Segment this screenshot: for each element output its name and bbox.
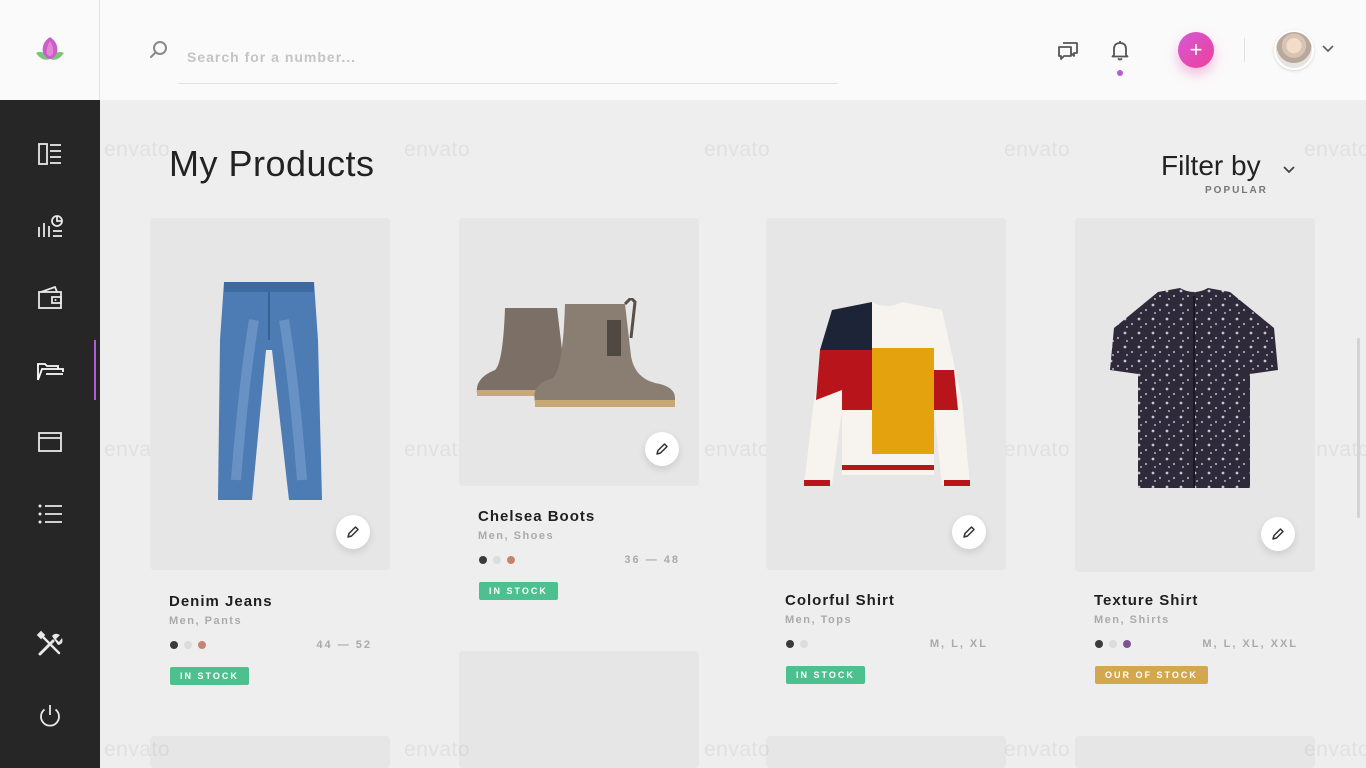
watermark: envato <box>1004 138 1071 161</box>
product-card-chelsea-boots[interactable] <box>459 218 699 486</box>
chelsea-boots-image <box>476 298 675 407</box>
sidebar-item-products[interactable] <box>0 334 100 406</box>
wallet-icon <box>38 285 62 309</box>
lotus-logo-icon <box>35 37 64 60</box>
watermark: envato <box>104 138 171 161</box>
sidebar-item-power[interactable] <box>0 680 100 752</box>
edit-button[interactable] <box>645 432 679 466</box>
logo[interactable] <box>0 0 100 100</box>
sidebar-item-wallet[interactable] <box>0 262 100 334</box>
filter-dropdown[interactable]: Filter by <box>1161 150 1261 182</box>
size-range: 36 — 48 <box>624 554 680 566</box>
chevron-down-icon[interactable] <box>1322 44 1334 54</box>
list-icon <box>38 504 62 524</box>
color-swatch[interactable] <box>1109 640 1117 648</box>
product-card-placeholder[interactable] <box>459 651 699 768</box>
color-swatch[interactable] <box>1095 640 1103 648</box>
sidebar <box>0 100 100 768</box>
texture-shirt-image <box>1110 288 1278 488</box>
status-badge: IN STOCK <box>786 666 865 684</box>
product-category: Men, Tops <box>785 614 853 626</box>
denim-jeans-image <box>218 282 322 500</box>
color-swatch[interactable] <box>1123 640 1131 648</box>
color-swatch[interactable] <box>800 640 808 648</box>
filter-value: POPULAR <box>1205 185 1268 196</box>
color-swatch[interactable] <box>786 640 794 648</box>
watermark: envato <box>104 738 171 761</box>
sidebar-item-window[interactable] <box>0 406 100 478</box>
pencil-icon <box>1272 528 1284 540</box>
color-swatches <box>170 641 206 649</box>
product-category: Men, Pants <box>169 615 243 627</box>
product-name[interactable]: Colorful Shirt <box>785 592 895 609</box>
color-swatch[interactable] <box>184 641 192 649</box>
product-category: Men, Shirts <box>1094 614 1170 626</box>
size-range: M, L, XL <box>929 638 988 650</box>
search-input[interactable] <box>178 30 838 84</box>
watermark: envato <box>1304 138 1366 161</box>
scrollbar[interactable] <box>1357 338 1360 518</box>
color-swatches <box>786 640 808 648</box>
color-swatch[interactable] <box>479 556 487 564</box>
pencil-icon <box>963 526 975 538</box>
notification-dot <box>1117 70 1123 76</box>
colorful-shirt-image <box>804 302 970 486</box>
active-indicator <box>94 340 96 400</box>
status-badge: IN STOCK <box>170 667 249 685</box>
product-name[interactable]: Texture Shirt <box>1094 592 1198 609</box>
analytics-icon <box>38 215 63 237</box>
top-bar: + <box>100 0 1366 100</box>
watermark: envato <box>704 138 771 161</box>
watermark: envato <box>1304 738 1366 761</box>
sidebar-item-list[interactable] <box>0 478 100 550</box>
user-avatar[interactable] <box>1274 30 1314 70</box>
color-swatches <box>1095 640 1131 648</box>
status-badge: OUR OF STOCK <box>1095 666 1208 684</box>
edit-button[interactable] <box>952 515 986 549</box>
search-icon[interactable] <box>148 39 170 61</box>
header-divider <box>1244 38 1245 62</box>
edit-button[interactable] <box>336 515 370 549</box>
watermark: envato <box>704 438 771 461</box>
pencil-icon <box>347 526 359 538</box>
sidebar-item-analytics[interactable] <box>0 190 100 262</box>
watermark: envato <box>704 738 771 761</box>
size-range: M, L, XL, XXL <box>1202 638 1298 650</box>
product-card-placeholder[interactable] <box>766 736 1006 768</box>
watermark: envato <box>1004 738 1071 761</box>
product-category: Men, Shoes <box>478 530 555 542</box>
dashboard-icon <box>38 143 61 165</box>
power-icon <box>40 705 60 727</box>
add-button[interactable]: + <box>1178 32 1214 68</box>
edit-button[interactable] <box>1261 517 1295 551</box>
product-name[interactable]: Chelsea Boots <box>478 508 595 525</box>
page-title: My Products <box>169 143 375 184</box>
color-swatch[interactable] <box>198 641 206 649</box>
product-card-colorful-shirt[interactable] <box>766 218 1006 570</box>
product-card-placeholder[interactable] <box>1075 736 1315 768</box>
product-card-texture-shirt[interactable] <box>1075 218 1315 572</box>
size-range: 44 — 52 <box>316 639 372 651</box>
sidebar-item-tools[interactable] <box>0 608 100 680</box>
products-icon <box>37 363 64 381</box>
product-name[interactable]: Denim Jeans <box>169 593 273 610</box>
tools-icon <box>36 630 63 656</box>
chat-icon[interactable] <box>1057 39 1081 61</box>
bell-icon[interactable] <box>1108 38 1132 62</box>
watermark: envato <box>1004 438 1071 461</box>
sidebar-item-dashboard[interactable] <box>0 118 100 190</box>
watermark: envato <box>404 738 471 761</box>
browser-window-icon <box>38 432 62 452</box>
color-swatch[interactable] <box>493 556 501 564</box>
color-swatch[interactable] <box>507 556 515 564</box>
watermark: envato <box>404 138 471 161</box>
status-badge: IN STOCK <box>479 582 558 600</box>
color-swatch[interactable] <box>170 641 178 649</box>
color-swatches <box>479 556 515 564</box>
chevron-down-icon[interactable] <box>1282 165 1296 175</box>
product-card-denim-jeans[interactable] <box>150 218 390 570</box>
pencil-icon <box>656 443 668 455</box>
product-card-placeholder[interactable] <box>150 736 390 768</box>
